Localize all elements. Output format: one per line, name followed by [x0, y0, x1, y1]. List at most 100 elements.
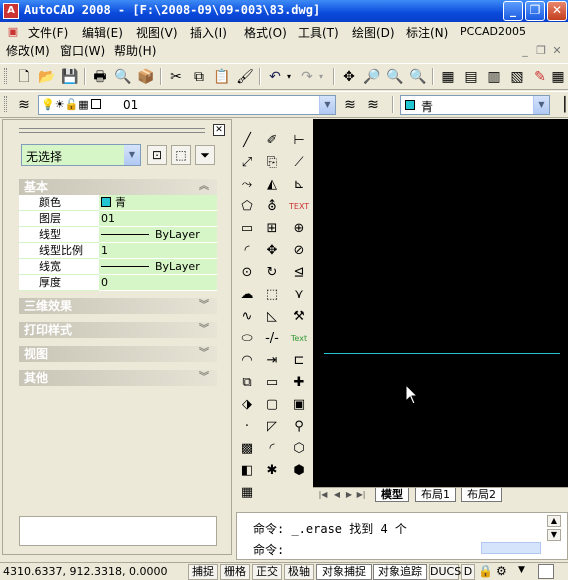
- copy-object-icon[interactable]: ⎘: [262, 153, 282, 173]
- table-icon[interactable]: ▦: [237, 483, 257, 503]
- palette-close-icon[interactable]: ✕: [213, 124, 225, 136]
- title-bar[interactable]: A AutoCAD 2008 - [F:\2008-09\09-003\83.d…: [0, 0, 568, 22]
- menu-help[interactable]: 帮助(H): [114, 42, 156, 59]
- center-mark-icon[interactable]: ✚: [289, 373, 309, 393]
- array-icon[interactable]: ⊞: [262, 219, 282, 239]
- expand-icon[interactable]: ︾: [199, 298, 209, 314]
- baseline-dim-icon[interactable]: ⚒: [289, 307, 309, 327]
- menu-pccad[interactable]: PCCAD2005: [460, 25, 526, 38]
- chamfer-icon[interactable]: ◸: [262, 417, 282, 437]
- layer-state-icons[interactable]: 💡☀🔓▦: [41, 98, 101, 111]
- snap-toggle[interactable]: 捕捉: [188, 564, 218, 580]
- menu-format[interactable]: 格式(O): [244, 24, 287, 41]
- layer-manager-icon[interactable]: ≋: [14, 95, 34, 115]
- dim-update-icon[interactable]: ⬡: [289, 439, 309, 459]
- close-button[interactable]: ✕: [547, 1, 567, 21]
- minimize-button[interactable]: _: [503, 1, 523, 21]
- angular-dim-icon[interactable]: ⊴: [289, 263, 309, 283]
- dim-text-edit-icon[interactable]: ⚲: [289, 417, 309, 437]
- design-center-icon[interactable]: ▤: [461, 67, 481, 87]
- ellipse-arc-icon[interactable]: ◠: [237, 351, 257, 371]
- document-icon[interactable]: ▣: [6, 25, 20, 39]
- calculator-icon[interactable]: ▦: [551, 67, 565, 87]
- linetype-icon[interactable]: ▕: [553, 95, 567, 115]
- menu-draw[interactable]: 绘图(D): [352, 24, 395, 41]
- palette-grip[interactable]: [19, 128, 205, 133]
- prev-tab-icon[interactable]: ◀: [331, 489, 343, 501]
- polar-toggle[interactable]: 极轴: [284, 564, 314, 580]
- redo-icon[interactable]: ↷: [297, 67, 317, 87]
- pickadd-toggle-icon[interactable]: ⊡: [147, 145, 167, 165]
- text-icon[interactable]: TEXT: [289, 197, 309, 217]
- layer-previous-icon[interactable]: ≋: [363, 95, 383, 115]
- ordinate-dim-icon[interactable]: ⊾: [289, 175, 309, 195]
- diameter-dim-icon[interactable]: ⊘: [289, 241, 309, 261]
- doc-close-icon[interactable]: ✕: [550, 44, 564, 58]
- arc-icon[interactable]: ◜: [237, 241, 257, 261]
- drawing-canvas[interactable]: [313, 119, 568, 487]
- hatch-icon[interactable]: ▩: [237, 439, 257, 459]
- plot-preview-icon[interactable]: 🔍: [113, 67, 133, 87]
- make-block-icon[interactable]: ⬗: [237, 395, 257, 415]
- section-3d-effects[interactable]: 三维效果 ︾: [19, 298, 217, 314]
- cut-icon[interactable]: ✂: [166, 67, 186, 87]
- toolbar-grip[interactable]: [4, 96, 7, 112]
- paste-icon[interactable]: 📋: [212, 67, 232, 87]
- layer-combo[interactable]: 💡☀🔓▦ 01 ▼: [38, 95, 336, 115]
- coordinate-display[interactable]: 4310.6337, 912.3318, 0.0000: [3, 565, 167, 578]
- construction-line-icon[interactable]: ⤢: [237, 153, 257, 173]
- expand-icon[interactable]: ︾: [199, 322, 209, 338]
- zoom-previous-icon[interactable]: 🔍: [408, 67, 428, 87]
- markup-icon[interactable]: ✎: [530, 67, 550, 87]
- property-value[interactable]: ByLayer: [99, 227, 217, 243]
- property-value[interactable]: 1: [99, 243, 217, 259]
- tool-palettes-icon[interactable]: ▥: [484, 67, 504, 87]
- first-tab-icon[interactable]: |◀: [317, 489, 329, 501]
- trim-icon[interactable]: -/-: [262, 329, 282, 349]
- property-row-layer[interactable]: 图层 01: [19, 211, 217, 227]
- revision-cloud-icon[interactable]: ☁: [237, 285, 257, 305]
- scroll-up-icon[interactable]: ▲: [547, 515, 561, 527]
- status-menu-arrow-icon[interactable]: ▼: [518, 565, 525, 575]
- mtext-icon[interactable]: Text: [289, 329, 309, 349]
- select-objects-icon[interactable]: ⬚: [171, 145, 191, 165]
- doc-minimize-icon[interactable]: _: [518, 44, 532, 58]
- chevron-down-icon[interactable]: ▼: [124, 145, 140, 165]
- point-icon[interactable]: ·: [237, 417, 257, 437]
- menu-edit[interactable]: 编辑(E): [82, 24, 123, 41]
- properties-icon[interactable]: ▦: [438, 67, 458, 87]
- next-tab-icon[interactable]: ▶: [343, 489, 355, 501]
- sheet-set-icon[interactable]: ▧: [507, 67, 527, 87]
- menu-file[interactable]: 文件(F): [28, 24, 68, 41]
- make-object-layer-current-icon[interactable]: ≋: [340, 95, 360, 115]
- expand-icon[interactable]: ︾: [199, 346, 209, 362]
- osnap-toggle[interactable]: 对象捕捉: [316, 564, 372, 580]
- ortho-toggle[interactable]: 正交: [252, 564, 282, 580]
- radius-dim-icon[interactable]: ⊕: [289, 219, 309, 239]
- grid-toggle[interactable]: 栅格: [220, 564, 250, 580]
- clean-screen-icon[interactable]: [538, 564, 554, 579]
- scroll-down-icon[interactable]: ▼: [547, 529, 561, 541]
- ducs-toggle[interactable]: DUCS: [429, 564, 461, 580]
- toolbar-grip[interactable]: [4, 68, 7, 84]
- mirror-icon[interactable]: ◭: [262, 175, 282, 195]
- polyline-icon[interactable]: ⤳: [237, 175, 257, 195]
- command-window[interactable]: 命令: _.erase 找到 4 个 命令: ▲ ▼: [236, 512, 568, 560]
- menu-insert[interactable]: 插入(I): [190, 24, 227, 41]
- polygon-icon[interactable]: ⬠: [237, 197, 257, 217]
- color-combo[interactable]: 青 ▼: [400, 95, 550, 115]
- property-row-thickness[interactable]: 厚度 0: [19, 275, 217, 291]
- last-tab-icon[interactable]: ▶|: [355, 489, 367, 501]
- rectangle-icon[interactable]: ▭: [237, 219, 257, 239]
- tab-layout1[interactable]: 布局1: [415, 488, 456, 502]
- break-icon[interactable]: ▭: [262, 373, 282, 393]
- horizontal-scrollbar[interactable]: [481, 542, 541, 554]
- stretch-icon[interactable]: ◺: [262, 307, 282, 327]
- spline-icon[interactable]: ∿: [237, 307, 257, 327]
- zoom-realtime-icon[interactable]: 🔎: [362, 67, 382, 87]
- undo-icon[interactable]: ↶: [265, 67, 285, 87]
- quick-select-icon[interactable]: ⏷: [195, 145, 215, 165]
- erase-icon[interactable]: ✐: [262, 131, 282, 151]
- menu-view[interactable]: 视图(V): [136, 24, 178, 41]
- zoom-window-icon[interactable]: 🔍: [385, 67, 405, 87]
